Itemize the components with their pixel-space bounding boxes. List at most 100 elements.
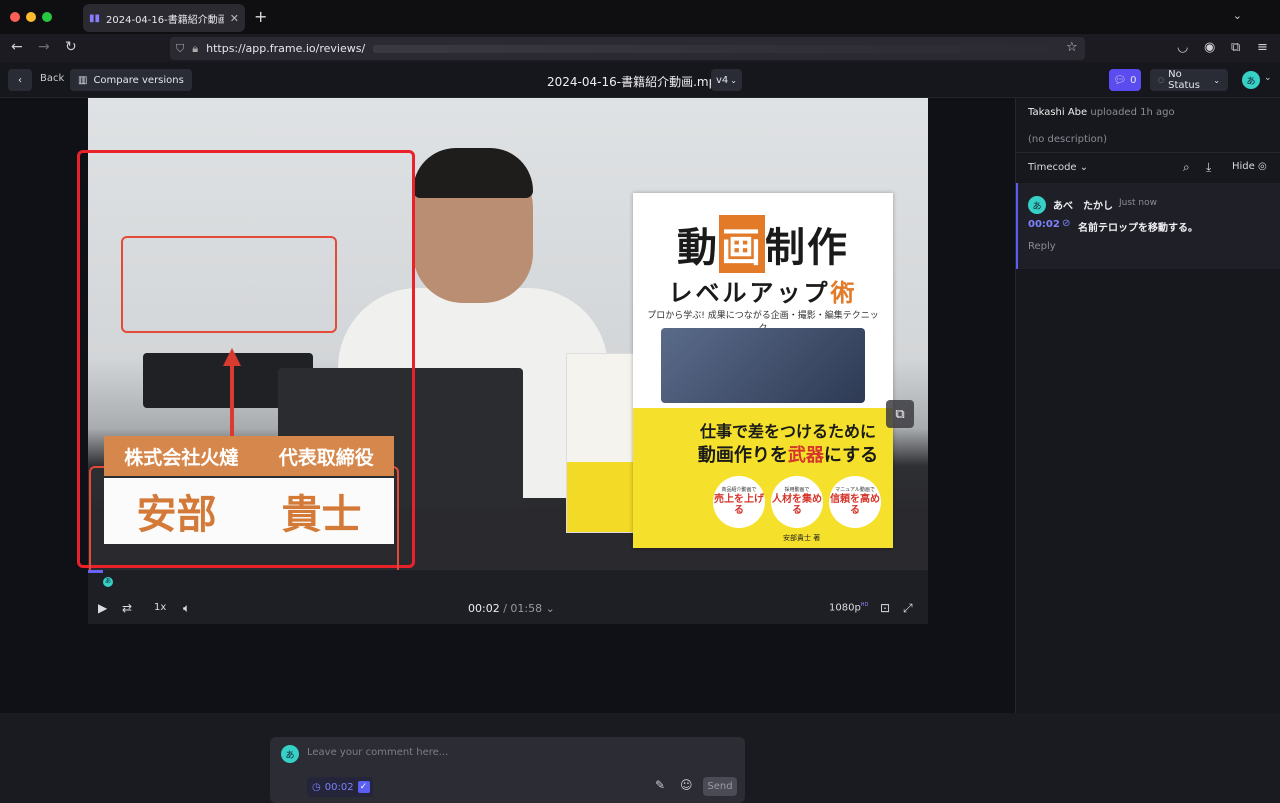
emoji-icon[interactable]: ☺: [680, 778, 693, 792]
timecode-toggle[interactable]: ◷ 00:02 ✓: [307, 777, 373, 797]
comment-time: Just now: [1119, 198, 1158, 208]
comment-text: 名前テロップを移動する。: [1078, 223, 1198, 234]
draw-icon[interactable]: ✎: [655, 778, 665, 792]
chevron-down-icon[interactable]: ⌄: [1264, 73, 1272, 83]
book-illustration: [661, 328, 865, 403]
uploader-info: Takashi Abe uploaded 1h ago: [1028, 107, 1175, 118]
comment-marker[interactable]: あ: [103, 577, 113, 587]
comments-panel: Takashi Abe uploaded 1h ago (no descript…: [1015, 98, 1280, 713]
browser-tab-bar: ▮▮ 2024-04-16-書籍紹介動画.mp4 ✕ + ⌄: [0, 0, 1280, 34]
comments-count-button[interactable]: 💬︎ 0: [1109, 69, 1141, 91]
comment-timecode[interactable]: 00:02: [1028, 219, 1060, 230]
chevron-down-icon: ⌄: [730, 75, 737, 85]
comment-input[interactable]: Leave your comment here...: [307, 747, 448, 758]
comment-item[interactable]: あ あべ たかし Just now 00:02 ⊘ 名前テロップを移動する。 R…: [1016, 183, 1280, 269]
book-author: 安部貴士 著: [783, 534, 821, 542]
quality-selector[interactable]: 1080pHD: [829, 602, 868, 613]
reply-button[interactable]: Reply: [1028, 241, 1056, 252]
comment-icon: 💬︎: [1113, 74, 1127, 86]
uploader-action: uploaded 1h ago: [1090, 107, 1175, 118]
shield-icon: ⛉: [176, 41, 185, 55]
picture-in-picture-icon[interactable]: ⧉: [886, 400, 914, 428]
book-yellow-line2: 動画作りを武器にする: [697, 445, 879, 466]
comment-count: 0: [1130, 74, 1137, 86]
new-tab-button[interactable]: +: [254, 7, 267, 26]
browser-forward-icon[interactable]: →: [38, 39, 50, 55]
audio-wave-icon: ▮▮: [89, 12, 101, 24]
book-cover: 動画制作 レベルアップ術 プロから学ぶ! 成果につながる企画・撮影・編集テクニッ…: [633, 193, 893, 548]
lower-third-surname: 安部: [136, 492, 217, 538]
play-icon[interactable]: ▶: [98, 601, 107, 615]
account-icon[interactable]: ◉: [1204, 40, 1215, 55]
status-dropdown[interactable]: ○ No Status ⌄: [1150, 69, 1228, 91]
status-label: No Status: [1168, 69, 1200, 91]
lower-third-role: 代表取締役: [278, 446, 374, 469]
extensions-icon[interactable]: ⧉: [1231, 40, 1240, 55]
panel-toolbar: Timecode ⌄ ⌕ ⤓ Hide ◎: [1016, 153, 1280, 183]
search-icon[interactable]: ⌕: [1183, 160, 1190, 175]
download-icon[interactable]: ⤓: [1206, 160, 1211, 175]
annotation-icon: ⊘: [1062, 218, 1071, 229]
url-text: https://app.frame.io/reviews/: [206, 42, 366, 55]
timecode-display[interactable]: 00:02 / 01:58 ⌄: [468, 602, 555, 615]
window-zoom-button[interactable]: [42, 12, 52, 22]
book-title: 動画制作: [647, 215, 879, 273]
avatar[interactable]: あ: [1242, 71, 1260, 89]
hide-toggle[interactable]: Hide ◎: [1232, 161, 1267, 172]
comment-author: あべ たかし: [1053, 201, 1113, 212]
safe-zone-icon[interactable]: ⊡: [880, 601, 890, 615]
browser-nav-bar: ← → ↻ ⛉ 🔒︎ https://app.frame.io/reviews/…: [0, 34, 1280, 62]
compare-versions-button[interactable]: ▥ Compare versions: [70, 69, 192, 91]
composer-avatar: あ: [281, 745, 299, 763]
send-button[interactable]: Send: [703, 777, 737, 796]
book-yellow-line1: 仕事で差をつけるために: [699, 422, 876, 441]
volume-icon[interactable]: 🔈︎: [183, 601, 190, 616]
menu-icon[interactable]: ≡: [1257, 40, 1268, 55]
book-subtitle: レベルアップ術: [668, 279, 858, 307]
pocket-icon[interactable]: ◡: [1177, 40, 1188, 55]
scrubber-bar[interactable]: あ: [88, 570, 928, 594]
tab-title: 2024-04-16-書籍紹介動画.mp4: [106, 14, 224, 26]
chevron-down-icon[interactable]: ⌄: [1233, 9, 1242, 22]
chevron-down-icon: ⌄: [1213, 75, 1220, 85]
composer-timecode: 00:02: [324, 781, 354, 793]
clock-icon: ◷: [312, 781, 321, 793]
lower-third-company: 株式会社火燵: [124, 446, 239, 469]
window-minimize-button[interactable]: [26, 12, 36, 22]
annotation-target-box: [121, 236, 337, 333]
comment-composer: あ Leave your comment here... ◷ 00:02 ✓ ✎…: [270, 737, 745, 803]
url-bar[interactable]: ⛉ 🔒︎ https://app.frame.io/reviews/: [170, 37, 1085, 60]
browser-tab-active[interactable]: ▮▮ 2024-04-16-書籍紹介動画.mp4 ✕: [83, 4, 245, 32]
back-label[interactable]: Back: [40, 73, 64, 84]
lock-icon: 🔒︎: [192, 41, 199, 55]
player-controls: ▶ ⇄ 1x 🔈︎ 00:02 / 01:58 ⌄ 1080pHD ⊡ ⤢: [88, 594, 928, 624]
browser-back-icon[interactable]: ←: [11, 39, 23, 55]
window-close-button[interactable]: [10, 12, 20, 22]
chevron-left-icon: ‹: [18, 74, 22, 86]
comment-avatar: あ: [1028, 196, 1046, 214]
book-circle-sales: 商品紹介動画で 売上を上げる: [713, 476, 765, 528]
uploader-name: Takashi Abe: [1028, 107, 1088, 118]
playback-speed[interactable]: 1x: [154, 602, 166, 613]
scrubber-fill: [88, 570, 103, 573]
small-book: [566, 353, 641, 533]
status-dot-icon: ○: [1158, 76, 1165, 84]
app-header: ‹ Back ▥ Compare versions 2024-04-16-書籍紹…: [0, 62, 1280, 98]
fullscreen-icon[interactable]: ⤢: [903, 601, 913, 616]
lower-third-givenname: 貴士: [281, 492, 362, 538]
checkbox-icon[interactable]: ✓: [357, 781, 370, 793]
loop-icon[interactable]: ⇄: [122, 601, 132, 615]
annotation-arrow-line: [230, 363, 234, 439]
lower-third-title-bar: 株式会社火燵 代表取締役: [104, 436, 394, 476]
page-title: 2024-04-16-書籍紹介動画.mp4: [547, 75, 724, 89]
book-circle-recruit: 採用動画で 人材を集める: [771, 476, 823, 528]
back-arrow-button[interactable]: ‹: [8, 69, 32, 91]
bookmark-star-icon[interactable]: ☆: [1066, 40, 1078, 55]
timecode-sort-dropdown[interactable]: Timecode ⌄: [1028, 162, 1088, 173]
lower-third-name-bar: 安部 貴士: [104, 478, 394, 544]
person-hair: [413, 148, 533, 198]
asset-description: (no description): [1028, 134, 1108, 145]
reload-icon[interactable]: ↻: [65, 39, 77, 55]
tab-close-icon[interactable]: ✕: [230, 12, 239, 25]
version-dropdown[interactable]: v4 ⌄: [711, 69, 742, 91]
